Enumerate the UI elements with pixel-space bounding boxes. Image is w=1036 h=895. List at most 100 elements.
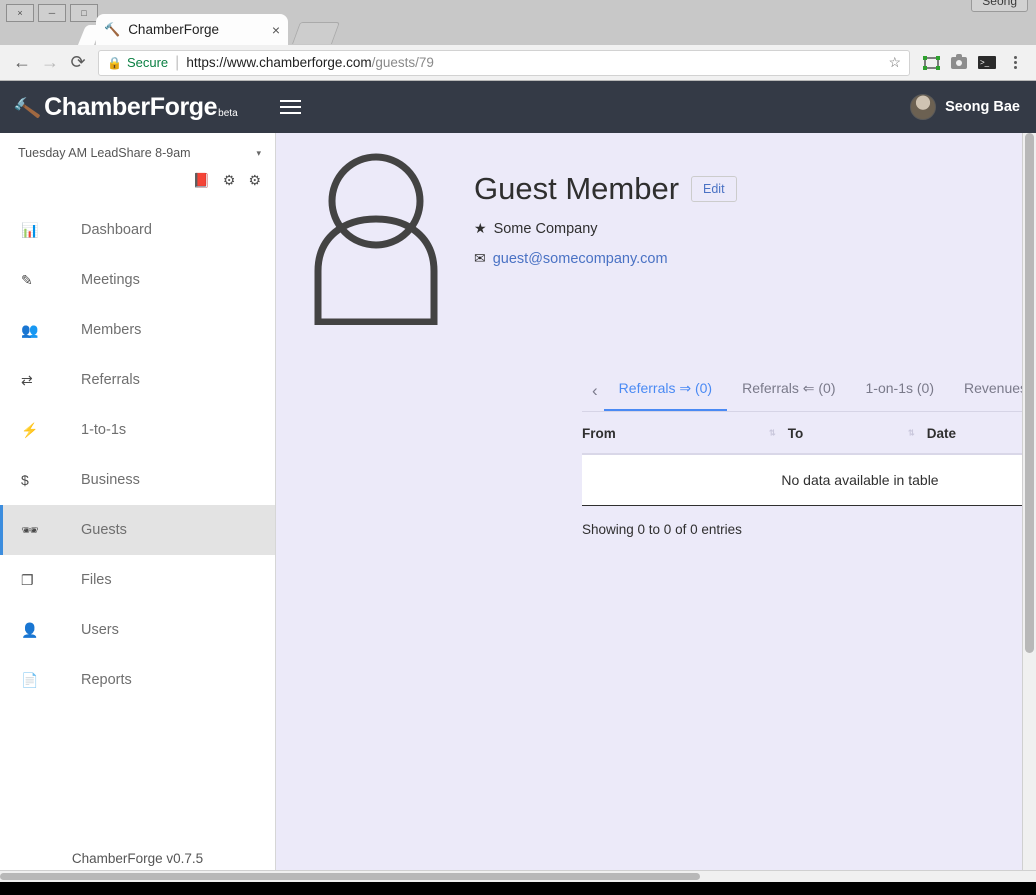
page-body: Tuesday AM LeadShare 8-9am ▾ 📕 ⚙ ⚙ 📊 Das… <box>0 133 1036 882</box>
column-header-date[interactable]: Date ▾ <box>927 412 1036 454</box>
app-header: 🔨 ChamberForge beta Seong Bae <box>0 81 1036 133</box>
gear-icon[interactable]: ⚙ <box>223 173 236 187</box>
page-title: Guest Member <box>474 171 679 207</box>
tab-referrals-in[interactable]: Referrals ⇐ (0) <box>727 371 850 411</box>
sidebar-item-label: 1-to-1s <box>81 422 126 438</box>
sidebar-item-label: Meetings <box>81 272 140 288</box>
bolt-icon: ⚡ <box>21 422 51 439</box>
window-close-button[interactable]: × <box>6 4 34 22</box>
capture-region-icon[interactable] <box>918 50 944 76</box>
profile-header: Guest Member Edit ★ Some Company ✉ guest… <box>276 133 1036 325</box>
main-content: Guest Member Edit ★ Some Company ✉ guest… <box>276 133 1036 882</box>
window-maximize-button[interactable]: □ <box>70 4 98 22</box>
referrals-table-container: From ⇅ To ⇅ Date ▾ <box>582 412 1036 537</box>
browser-toolbar: ← → ⟳ 🔒 Secure | https://www.chamberforg… <box>0 45 1036 81</box>
chrome-menu-icon[interactable] <box>1002 50 1028 76</box>
vertical-scrollbar-thumb[interactable] <box>1025 133 1034 653</box>
sidebar-item-label: Dashboard <box>81 222 152 238</box>
window-controls: × ─ □ <box>6 4 98 22</box>
referrals-table: From ⇅ To ⇅ Date ▾ <box>582 412 1036 506</box>
sidebar-item-reports[interactable]: 📄 Reports <box>0 655 275 705</box>
terminal-icon[interactable]: >_ <box>974 50 1000 76</box>
sidebar-item-label: Business <box>81 472 140 488</box>
exchange-arrows-icon: ⇄ <box>21 372 51 389</box>
user-menu[interactable]: Seong Bae <box>910 81 1020 133</box>
profile-company-row: ★ Some Company <box>474 220 737 237</box>
document-icon: 📄 <box>21 672 51 689</box>
column-label: From <box>582 426 616 441</box>
new-tab-button[interactable] <box>292 22 340 44</box>
sidebar-item-meetings[interactable]: ✎ Meetings <box>0 255 275 305</box>
sidebar-item-1-to-1s[interactable]: ⚡ 1-to-1s <box>0 405 275 455</box>
cogs-icon[interactable]: ⚙ <box>248 173 261 187</box>
table-body: No data available in table <box>582 454 1036 506</box>
app-logo[interactable]: 🔨 ChamberForge beta <box>14 95 238 120</box>
tabs-prev-arrow-icon[interactable]: ‹ <box>588 382 604 411</box>
page-horizontal-scrollbar[interactable] <box>0 870 1036 882</box>
book-icon[interactable]: 📕 <box>192 173 209 187</box>
sidebar-item-files[interactable]: ❐ Files <box>0 555 275 605</box>
table-footer: Showing 0 to 0 of 0 entries Previous Nex… <box>582 522 1036 537</box>
sort-icon: ⇅ <box>769 429 776 436</box>
tabs-scroll-container: Referrals ⇒ (0) Referrals ⇐ (0) 1-on-1s … <box>604 371 1036 411</box>
column-label: To <box>788 426 804 441</box>
table-head: From ⇅ To ⇅ Date ▾ <box>582 412 1036 454</box>
lock-icon: 🔒 <box>107 56 122 70</box>
bookmark-star-icon[interactable]: ☆ <box>888 54 901 71</box>
sidebar-item-label: Users <box>81 622 119 638</box>
tab-referrals-out[interactable]: Referrals ⇒ (0) <box>604 371 727 411</box>
group-selector[interactable]: Tuesday AM LeadShare 8-9am ▾ <box>0 139 275 167</box>
profile-email-link[interactable]: guest@somecompany.com <box>493 251 668 267</box>
address-bar[interactable]: 🔒 Secure | https://www.chamberforge.com … <box>98 50 910 76</box>
page-vertical-scrollbar[interactable] <box>1022 133 1036 870</box>
table-row: No data available in table <box>582 454 1036 506</box>
sort-icon: ⇅ <box>908 429 915 436</box>
sidebar-item-guests[interactable]: 🕶 Guests <box>0 505 275 555</box>
sidebar-nav: 📊 Dashboard ✎ Meetings 👥 Members ⇄ Refer… <box>0 205 275 705</box>
hammer-icon: 🔨 <box>104 22 120 38</box>
hamburger-icon[interactable] <box>280 100 301 114</box>
sidebar-item-users[interactable]: 👤 Users <box>0 605 275 655</box>
user-name: Seong Bae <box>945 99 1020 115</box>
dollar-icon: $ <box>21 472 51 488</box>
profile-name-row: Guest Member Edit <box>474 171 737 207</box>
url-origin: https://www.chamberforge.com <box>186 55 371 70</box>
sidebar-item-referrals[interactable]: ⇄ Referrals <box>0 355 275 405</box>
bar-chart-icon: 📊 <box>21 222 51 239</box>
sidebar-item-business[interactable]: $ Business <box>0 455 275 505</box>
horizontal-scrollbar-thumb[interactable] <box>0 873 700 880</box>
hammer-icon: 🔨 <box>12 96 42 122</box>
profile-info: Guest Member Edit ★ Some Company ✉ guest… <box>474 149 737 325</box>
star-icon: ★ <box>474 220 487 237</box>
user-icon: 👤 <box>21 622 51 639</box>
window-minimize-button[interactable]: ─ <box>38 4 66 22</box>
users-group-icon: 👥 <box>21 322 51 339</box>
column-header-to[interactable]: To ⇅ <box>788 412 927 454</box>
sidebar-item-label: Reports <box>81 672 132 688</box>
browser-tab[interactable]: 🔨 ChamberForge × <box>96 14 288 45</box>
sidebar-item-members[interactable]: 👥 Members <box>0 305 275 355</box>
table-showing-info: Showing 0 to 0 of 0 entries <box>582 522 1010 537</box>
reload-icon[interactable]: ⟳ <box>64 49 92 77</box>
sidebar: Tuesday AM LeadShare 8-9am ▾ 📕 ⚙ ⚙ 📊 Das… <box>0 133 276 882</box>
avatar <box>910 94 936 120</box>
tab-one-on-ones[interactable]: 1-on-1s (0) <box>851 371 949 411</box>
close-icon[interactable]: × <box>272 22 280 38</box>
sidebar-tools: 📕 ⚙ ⚙ <box>0 167 275 187</box>
seong-window-pill[interactable]: Seong <box>971 0 1028 12</box>
chevron-down-icon: ▾ <box>256 148 261 159</box>
sidebar-item-dashboard[interactable]: 📊 Dashboard <box>0 205 275 255</box>
content-tabs: ‹ Referrals ⇒ (0) Referrals ⇐ (0) 1-on-1… <box>582 371 1036 412</box>
url-path: /guests/79 <box>372 55 434 70</box>
files-copy-icon: ❐ <box>21 572 51 589</box>
column-header-from[interactable]: From ⇅ <box>582 412 788 454</box>
brand-name: ChamberForge <box>44 95 217 120</box>
edit-button[interactable]: Edit <box>691 176 737 202</box>
camera-icon[interactable] <box>946 50 972 76</box>
browser-tab-title: ChamberForge <box>128 22 272 37</box>
sidebar-item-label: Files <box>81 572 112 588</box>
back-icon[interactable]: ← <box>8 49 36 77</box>
profile-company: Some Company <box>494 221 598 237</box>
forward-icon[interactable]: → <box>36 49 64 77</box>
brand-beta-label: beta <box>218 108 237 119</box>
